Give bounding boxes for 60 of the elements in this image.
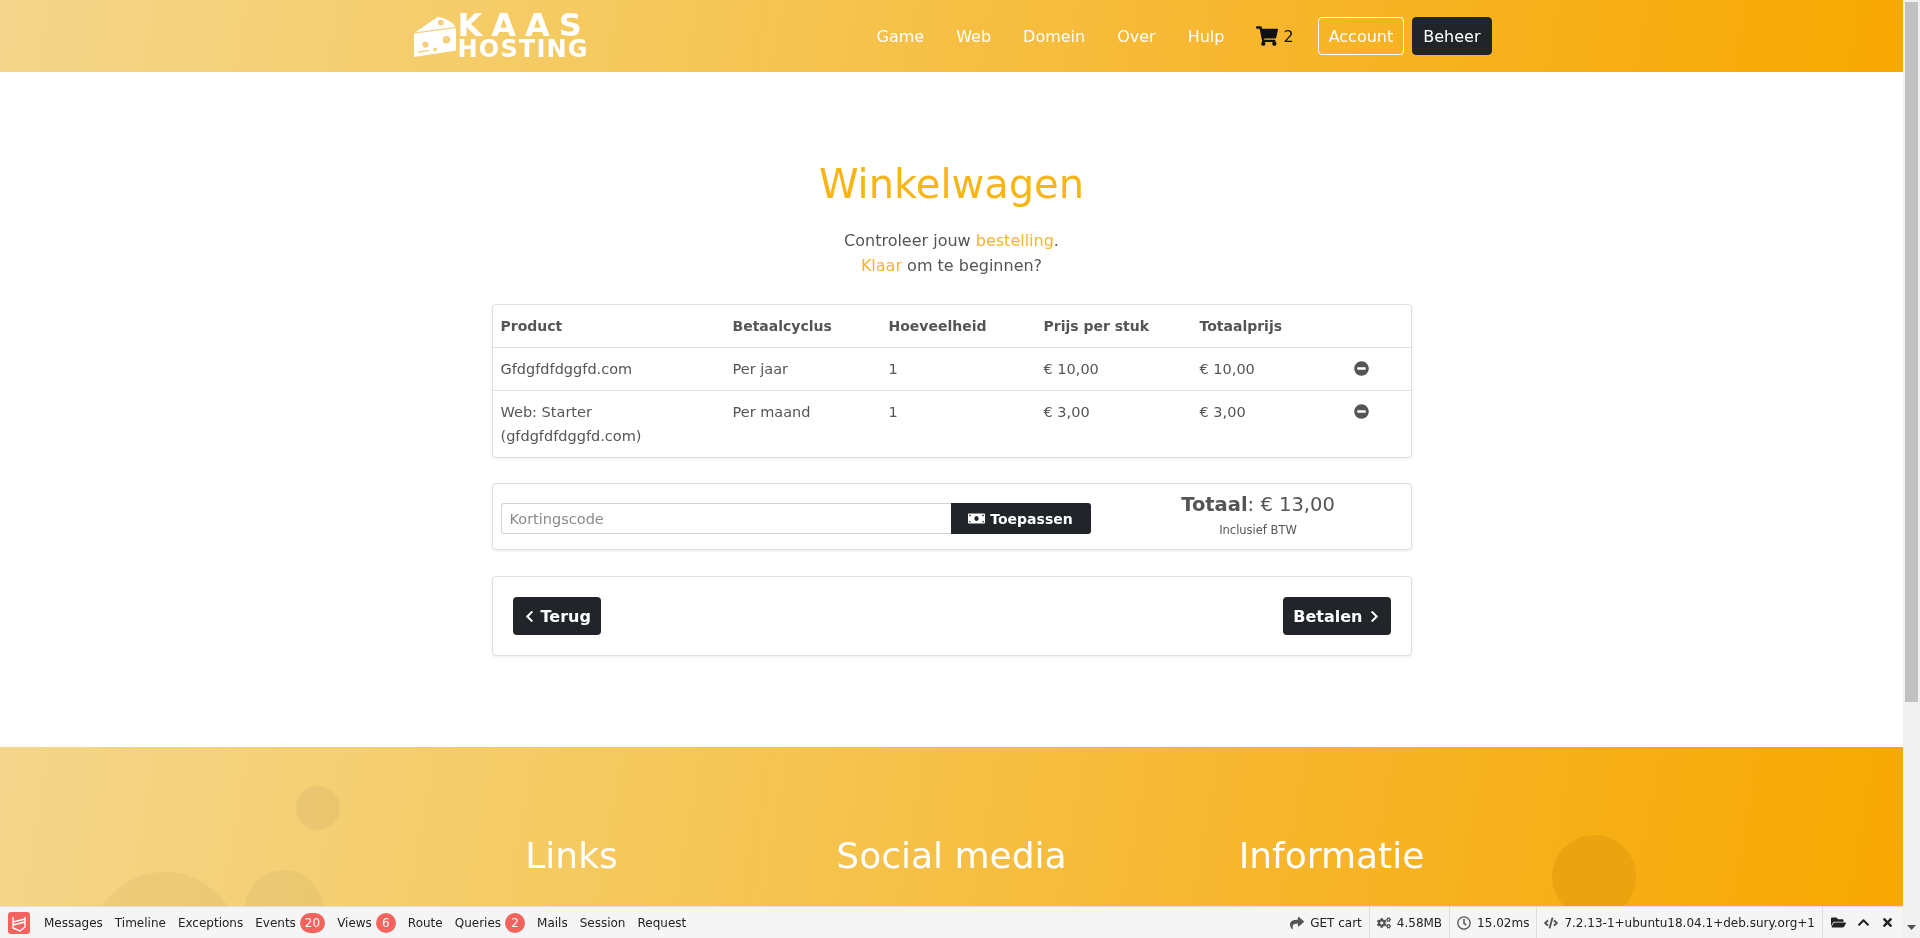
debugbar-tab[interactable]: Messages [38,907,109,938]
down-arrow-icon[interactable] [1907,925,1916,930]
debugbar-logo-icon[interactable] [8,911,30,934]
column-header: Product [499,317,564,336]
debugbar-tab[interactable]: Request [631,907,693,938]
footer-heading: Social media [836,834,1067,878]
table-cell: 1 [880,390,1036,457]
table-cell: € 10,00 [1035,347,1192,390]
discount-code-field[interactable]: Kortingscode [500,503,951,534]
close-icon[interactable] [1881,916,1894,929]
intro-text: Klaar om te beginnen? [860,255,1043,277]
admin-button[interactable]: Beheer [1412,17,1492,55]
debugbar-tab[interactable]: Exceptions [171,907,250,938]
status-text: 7.2.13-1+ubuntu18.04.1+deb.sury.org+1 [1564,915,1815,930]
table-cell: Per maand [724,390,881,457]
table-cell: Per jaar [724,347,881,390]
table-cell: Web: Starter (gfdgfdfdggfd.com) [492,390,725,457]
column-header: Totaalprijs [1198,317,1284,336]
pay-button[interactable]: Betalen [1283,597,1391,635]
count-badge: 6 [375,912,396,933]
status-text: 15.02ms [1477,915,1530,930]
table-cell: € 10,00 [1191,347,1346,390]
column-header: Betaalcyclus [731,317,833,336]
debugbar-tab[interactable]: Route [401,907,449,938]
table-cell: € 3,00 [1035,390,1192,457]
total-price: Totaal: € 13,00 [1181,493,1335,517]
count-badge: 2 [505,912,526,933]
count-badge: 20 [299,912,326,933]
table-cell: 1 [880,347,1036,390]
code-icon [1544,915,1559,930]
status-text: GET cart [1310,915,1362,930]
intro-text: Controleer jouw bestelling. [844,230,1059,252]
remove-icon[interactable] [1353,361,1369,376]
banknote-icon [968,510,986,527]
debugbar-tab[interactable]: Session [573,907,632,938]
footer-heading: Informatie [1238,834,1425,878]
debugbar-tab[interactable]: Views 6 [331,907,402,938]
scrollbar-thumb[interactable] [1905,2,1918,702]
column-header: Hoeveelheid [887,317,988,336]
table-cell: Gfdgfdfdggfd.com [492,347,725,390]
column-header: Prijs per stuk [1042,317,1151,336]
back-button[interactable]: Terug [512,597,601,635]
table-cell: € 3,00 [1191,390,1346,457]
status-text: 4.58MB [1396,915,1443,930]
gears-icon [1376,915,1391,930]
debugbar-tab[interactable]: Mails [531,907,574,938]
debugbar-tab[interactable]: Queries 2 [448,907,532,938]
page-title: Winkelwagen [818,160,1085,208]
apply-button[interactable]: Toepassen [950,503,1091,534]
debugbar-tab[interactable]: Events 20 [249,907,332,938]
vat-note: Inclusief BTW [1219,523,1297,537]
cart-link[interactable]: 2 [1240,17,1310,55]
footer-heading: Links [525,834,618,878]
cart-icon [1256,25,1279,47]
share-arrow-icon [1290,915,1305,930]
folder-icon[interactable] [1831,915,1846,930]
remove-icon[interactable] [1353,404,1369,419]
debugbar-tab[interactable]: Timeline [108,907,172,938]
clock-icon [1457,915,1472,930]
chevron-up-icon[interactable] [1857,916,1870,929]
